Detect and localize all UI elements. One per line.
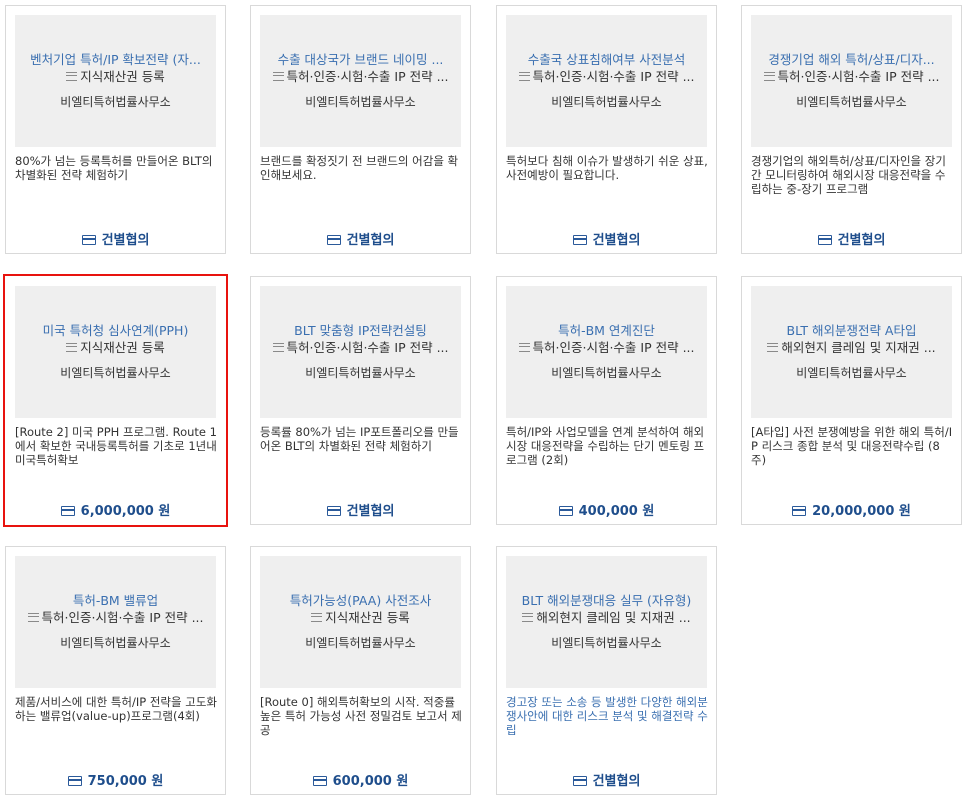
provider-name: 비엘티특허법률사무소 bbox=[551, 636, 662, 650]
product-card[interactable]: 특허-BM 연계진단 특허·인증·시험·수출 IP 전략 ... 비엘티특허법률… bbox=[496, 276, 717, 525]
provider-name: 비엘티특허법률사무소 bbox=[60, 366, 171, 380]
menu-icon bbox=[311, 613, 323, 622]
credit-card-icon bbox=[792, 506, 807, 516]
product-thumbnail[interactable]: 특허가능성(PAA) 사전조사 지식재산권 등록 비엘티특허법률사무소 bbox=[260, 556, 461, 688]
product-category: 해외현지 클레임 및 지재권 ... bbox=[781, 340, 936, 355]
credit-card-icon bbox=[67, 776, 82, 786]
product-card[interactable]: 벤처기업 특허/IP 확보전략 (자... 지식재산권 등록 비엘티특허법률사무… bbox=[5, 5, 226, 254]
product-category: 특허·인증·시험·수출 IP 전략 ... bbox=[532, 340, 695, 355]
product-category: 특허·인증·시험·수출 IP 전략 ... bbox=[286, 69, 449, 84]
product-thumbnail[interactable]: 수출 대상국가 브랜드 네이밍 ... 특허·인증·시험·수출 IP 전략 ..… bbox=[260, 15, 461, 147]
product-thumbnail[interactable]: BLT 맞춤형 IP전략컨설팅 특허·인증·시험·수출 IP 전략 ... 비엘… bbox=[260, 286, 461, 418]
product-description: [Route 2] 미국 PPH 프로그램. Route 1에서 확보한 국내등… bbox=[15, 425, 217, 467]
credit-card-icon bbox=[572, 235, 587, 245]
product-card[interactable]: 특허-BM 밸류업 특허·인증·시험·수출 IP 전략 ... 비엘티특허법률사… bbox=[5, 546, 226, 795]
provider-name: 비엘티특허법률사무소 bbox=[305, 636, 416, 650]
product-category: 특허·인증·시험·수출 IP 전략 ... bbox=[41, 610, 204, 625]
credit-card-icon bbox=[60, 506, 75, 516]
product-category: 특허·인증·시험·수출 IP 전략 ... bbox=[286, 340, 449, 355]
menu-icon bbox=[518, 72, 530, 81]
provider-name: 비엘티특허법률사무소 bbox=[796, 95, 907, 109]
menu-icon bbox=[66, 72, 78, 81]
credit-card-icon bbox=[312, 776, 327, 786]
product-category: 특허·인증·시험·수출 IP 전략 ... bbox=[532, 69, 695, 84]
product-category: 지식재산권 등록 bbox=[80, 69, 165, 84]
product-description: 특허/IP와 사업모델을 연계 분석하여 해외시장 대응전략을 수립하는 단기 … bbox=[506, 425, 705, 467]
provider-name: 비엘티특허법률사무소 bbox=[60, 95, 171, 109]
product-category: 특허·인증·시험·수출 IP 전략 ... bbox=[777, 69, 940, 84]
product-price: 6,000,000 원 bbox=[80, 504, 171, 519]
product-card[interactable]: BLT 맞춤형 IP전략컨설팅 특허·인증·시험·수출 IP 전략 ... 비엘… bbox=[250, 276, 471, 525]
credit-card-icon bbox=[326, 235, 341, 245]
menu-icon bbox=[272, 343, 284, 352]
product-card[interactable]: 경쟁기업 해외 특허/상표/디자... 특허·인증·시험·수출 IP 전략 ..… bbox=[741, 5, 962, 254]
provider-name: 비엘티특허법률사무소 bbox=[305, 95, 416, 109]
product-description: 등록률 80%가 넘는 IP포트폴리오를 만들어온 BLT의 차별화된 전략 체… bbox=[260, 425, 459, 453]
menu-icon bbox=[767, 343, 779, 352]
product-description: 특허보다 침해 이슈가 발생하기 쉬운 상표, 사전예방이 필요합니다. bbox=[506, 154, 708, 182]
provider-name: 비엘티특허법률사무소 bbox=[551, 366, 662, 380]
product-description: 제품/서비스에 대한 특허/IP 전략을 고도화하는 밸류업(value-up)… bbox=[15, 695, 217, 723]
product-description: 80%가 넘는 등록특허를 만들어온 BLT의 차별화된 전략 체험하기 bbox=[15, 154, 213, 182]
product-thumbnail[interactable]: 특허-BM 연계진단 특허·인증·시험·수출 IP 전략 ... 비엘티특허법률… bbox=[506, 286, 707, 418]
menu-icon bbox=[66, 343, 78, 352]
product-description: 경고장 또는 소송 등 발생한 다양한 해외분쟁사안에 대한 리스크 분석 및 … bbox=[506, 695, 708, 737]
product-price: 600,000 원 bbox=[332, 774, 409, 789]
provider-name: 비엘티특허법률사무소 bbox=[60, 636, 171, 650]
menu-icon bbox=[27, 613, 39, 622]
product-description: 경쟁기업의 해외특허/상표/디자인을 장기간 모니터링하여 해외시장 대응전략을… bbox=[751, 154, 946, 196]
product-thumbnail[interactable]: BLT 해외분쟁전략 A타입 해외현지 클레임 및 지재권 ... 비엘티특허법… bbox=[751, 286, 952, 418]
product-price: 750,000 원 bbox=[87, 774, 164, 789]
product-price: 건별협의 bbox=[346, 504, 395, 519]
product-price: 400,000 원 bbox=[578, 504, 655, 519]
credit-card-icon bbox=[81, 235, 96, 245]
provider-name: 비엘티특허법률사무소 bbox=[551, 95, 662, 109]
product-thumbnail[interactable]: 특허-BM 밸류업 특허·인증·시험·수출 IP 전략 ... 비엘티특허법률사… bbox=[15, 556, 216, 688]
product-category: 지식재산권 등록 bbox=[325, 610, 410, 625]
provider-name: 비엘티특허법률사무소 bbox=[305, 366, 416, 380]
product-card[interactable]: 수출 대상국가 브랜드 네이밍 ... 특허·인증·시험·수출 IP 전략 ..… bbox=[250, 5, 471, 254]
product-thumbnail[interactable]: 미국 특허청 심사연계(PPH) 지식재산권 등록 비엘티특허법률사무소 bbox=[15, 286, 216, 418]
product-description: 브랜드를 확정짓기 전 브랜드의 어감을 확인해보세요. bbox=[260, 154, 459, 182]
product-category: 해외현지 클레임 및 지재권 ... bbox=[536, 610, 691, 625]
credit-card-icon bbox=[558, 506, 573, 516]
product-card[interactable]: 수출국 상표침해여부 사전분석 특허·인증·시험·수출 IP 전략 ... 비엘… bbox=[496, 5, 717, 254]
product-thumbnail[interactable]: 수출국 상표침해여부 사전분석 특허·인증·시험·수출 IP 전략 ... 비엘… bbox=[506, 15, 707, 147]
product-price: 20,000,000 원 bbox=[812, 504, 911, 519]
product-card-selected[interactable]: 미국 특허청 심사연계(PPH) 지식재산권 등록 비엘티특허법률사무소 [Ro… bbox=[3, 274, 228, 527]
product-description: [A타입] 사전 분쟁예방을 위한 해외 특허/IP 리스크 종합 분석 및 대… bbox=[751, 425, 953, 467]
product-card[interactable]: 특허가능성(PAA) 사전조사 지식재산권 등록 비엘티특허법률사무소 [Rou… bbox=[250, 546, 471, 795]
product-description: [Route 0] 해외특허확보의 시작. 적중률 높은 특허 가능성 사전 정… bbox=[260, 695, 462, 737]
product-card[interactable]: BLT 해외분쟁전략 A타입 해외현지 클레임 및 지재권 ... 비엘티특허법… bbox=[741, 276, 962, 525]
product-thumbnail[interactable]: 벤처기업 특허/IP 확보전략 (자... 지식재산권 등록 비엘티특허법률사무… bbox=[15, 15, 216, 147]
credit-card-icon bbox=[326, 506, 341, 516]
product-thumbnail[interactable]: 경쟁기업 해외 특허/상표/디자... 특허·인증·시험·수출 IP 전략 ..… bbox=[751, 15, 952, 147]
menu-icon bbox=[522, 613, 534, 622]
product-price: 건별협의 bbox=[592, 233, 641, 248]
credit-card-icon bbox=[572, 776, 587, 786]
credit-card-icon bbox=[817, 235, 832, 245]
product-price: 건별협의 bbox=[101, 233, 150, 248]
product-price: 건별협의 bbox=[346, 233, 395, 248]
menu-icon bbox=[763, 72, 775, 81]
product-thumbnail[interactable]: BLT 해외분쟁대응 실무 (자유형) 해외현지 클레임 및 지재권 ... 비… bbox=[506, 556, 707, 688]
provider-name: 비엘티특허법률사무소 bbox=[796, 366, 907, 380]
product-price: 건별협의 bbox=[592, 774, 641, 789]
product-category: 지식재산권 등록 bbox=[80, 340, 165, 355]
product-price: 건별협의 bbox=[837, 233, 886, 248]
menu-icon bbox=[272, 72, 284, 81]
product-card[interactable]: BLT 해외분쟁대응 실무 (자유형) 해외현지 클레임 및 지재권 ... 비… bbox=[496, 546, 717, 795]
menu-icon bbox=[518, 343, 530, 352]
